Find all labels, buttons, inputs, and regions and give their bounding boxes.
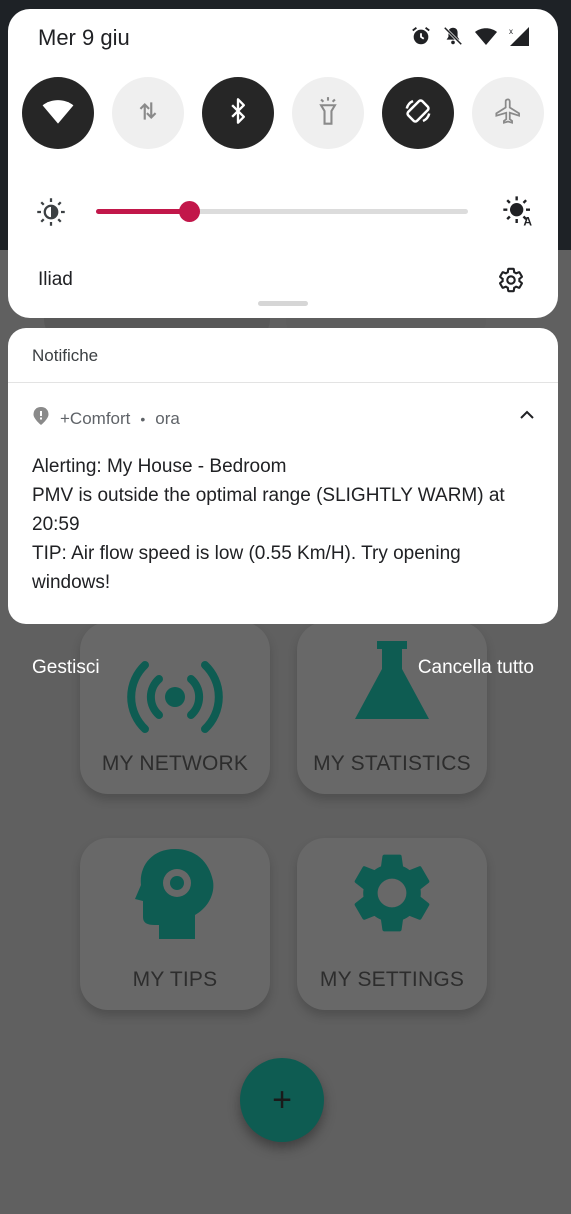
wifi-toggle[interactable] — [22, 77, 94, 149]
airplane-mode-toggle[interactable] — [472, 77, 544, 149]
manage-button[interactable]: Gestisci — [32, 657, 100, 679]
brightness-low-icon — [36, 197, 66, 232]
plus-icon: + — [272, 1081, 292, 1119]
my-settings-tile[interactable]: MY SETTINGS — [297, 838, 487, 1010]
add-button[interactable]: + — [240, 1058, 324, 1142]
my-tips-label: MY TIPS — [132, 968, 218, 991]
bluetooth-toggle[interactable] — [202, 77, 274, 149]
notification-text-line1: PMV is outside the optimal range (SLIGHT… — [32, 485, 505, 535]
brightness-slider-fill — [96, 209, 189, 214]
notification-time: ora — [155, 408, 180, 428]
brightness-slider[interactable] — [96, 201, 468, 222]
bluetooth-icon — [227, 97, 249, 130]
mobile-data-toggle[interactable] — [112, 77, 184, 149]
auto-rotate-toggle[interactable] — [382, 77, 454, 149]
comfort-app-icon — [32, 406, 50, 431]
brightness-row: A — [36, 195, 532, 229]
broadcast-icon — [80, 652, 270, 742]
notification-app-name: +Comfort — [60, 408, 131, 428]
shade-drag-handle[interactable] — [258, 301, 308, 306]
brightness-slider-thumb[interactable] — [179, 201, 200, 222]
wifi-icon — [474, 25, 498, 52]
auto-brightness-icon[interactable]: A — [502, 195, 534, 232]
chevron-up-icon[interactable] — [518, 408, 536, 427]
my-network-tile[interactable]: MY NETWORK — [80, 622, 270, 794]
svg-text:A: A — [523, 215, 532, 227]
notification-text-line2: TIP: Air flow speed is low (0.55 Km/H). … — [32, 543, 461, 593]
settings-gear-icon[interactable] — [497, 266, 525, 299]
silent-icon — [442, 25, 464, 52]
notification-app-row[interactable]: +Comfort • ora — [32, 406, 180, 431]
notifications-divider — [8, 382, 558, 383]
carrier-name: Iliad — [38, 269, 73, 290]
notifications-header: Notifiche — [32, 346, 99, 365]
rotate-icon — [403, 96, 433, 131]
flashlight-icon — [316, 96, 340, 131]
clear-all-button[interactable]: Cancella tutto — [418, 657, 534, 679]
quick-settings-tiles — [22, 77, 544, 149]
quick-settings-panel: Mer 9 giu x A Iliad — [8, 9, 558, 318]
head-gear-icon — [80, 848, 270, 939]
status-icons: x — [410, 25, 530, 52]
flashlight-toggle[interactable] — [292, 77, 364, 149]
airplane-icon — [494, 97, 522, 130]
alarm-icon — [410, 25, 432, 52]
notification-panel: Notifiche +Comfort • ora Alerting: My Ho… — [8, 328, 558, 624]
notification-title: Alerting: My House - Bedroom — [32, 456, 287, 477]
wifi-icon — [41, 97, 75, 130]
notification-separator: • — [140, 410, 146, 427]
data-transfer-icon — [135, 98, 161, 129]
my-tips-tile[interactable]: MY TIPS — [80, 838, 270, 1010]
svg-text:x: x — [509, 27, 513, 36]
notification-body[interactable]: Alerting: My House - Bedroom PMV is outs… — [32, 452, 532, 597]
my-network-label: MY NETWORK — [101, 752, 249, 775]
settings-gear-icon — [297, 848, 487, 938]
my-settings-label: MY SETTINGS — [319, 968, 465, 991]
flask-icon — [297, 636, 487, 726]
my-statistics-label: MY STATISTICS — [313, 752, 471, 775]
status-date: Mer 9 giu — [38, 25, 130, 50]
signal-icon: x — [508, 25, 530, 52]
my-statistics-tile[interactable]: MY STATISTICS — [297, 622, 487, 794]
